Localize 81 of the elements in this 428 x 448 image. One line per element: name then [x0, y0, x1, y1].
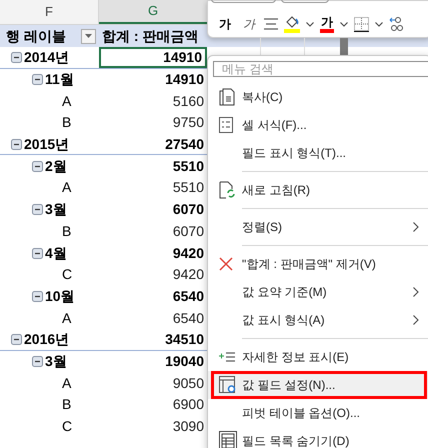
value-cell-text: 6070	[172, 200, 204, 220]
value-cell-text: 9750	[172, 113, 204, 132]
italic-button[interactable]: 가	[240, 15, 258, 33]
refresh-icon	[219, 181, 235, 199]
row-label: B	[62, 222, 72, 241]
scroll-handle[interactable]	[340, 38, 348, 55]
value-cell-text: 14910	[163, 48, 202, 67]
caret-icon[interactable]	[340, 22, 348, 26]
remove-icon	[219, 257, 233, 271]
row-label: C	[62, 265, 72, 284]
value-cell-text: 5510	[172, 178, 204, 198]
field-list-icon	[219, 431, 237, 448]
row-label: 3월	[45, 352, 67, 371]
value-cell-text: 3090	[172, 417, 204, 436]
collapse-icon[interactable]	[32, 74, 43, 86]
decimal-icon[interactable]	[389, 16, 403, 32]
row-label: 10월	[45, 286, 75, 306]
copy-icon	[219, 88, 235, 106]
collapse-icon[interactable]	[32, 204, 43, 216]
row-label: 2015년	[24, 134, 70, 154]
menu-item[interactable]: 값 필드 설정(N)...	[208, 371, 428, 399]
column-header[interactable]: G	[99, 0, 207, 24]
collapse-icon[interactable]	[11, 52, 22, 63]
row-label: 2016년	[24, 330, 70, 349]
row-label: 2014년	[24, 48, 70, 67]
align-icon[interactable]	[264, 18, 278, 30]
show-details-icon	[219, 352, 235, 362]
search-field[interactable]: 메뉴 검색	[213, 61, 428, 77]
format-cells-icon	[219, 117, 233, 133]
caret-icon[interactable]	[375, 22, 383, 26]
bold-button[interactable]: 가	[216, 15, 234, 33]
menu-item[interactable]: 값 표시 형식(A)	[208, 306, 428, 334]
menu-item[interactable]: 필드 표시 형식(T)...	[208, 139, 428, 167]
fill-color-icon[interactable]	[284, 15, 300, 33]
value-cell-text: 6540	[172, 308, 204, 328]
value-cell-text: 9050	[172, 374, 204, 393]
menu-item[interactable]: 피벗 테이블 옵션(O)...	[208, 399, 428, 427]
caret-icon[interactable]	[306, 22, 314, 26]
field-settings-icon	[219, 376, 237, 394]
menu-item[interactable]: 자세한 정보 표시(E)	[208, 343, 428, 371]
value-cell-text: 19040	[165, 352, 204, 371]
menu-item[interactable]: 필드 목록 숨기기(D)	[208, 427, 428, 448]
row-label: A	[62, 374, 72, 393]
menu-item[interactable]: 값 요약 기준(M)	[208, 278, 428, 306]
collapse-icon[interactable]	[32, 290, 43, 302]
menu-item[interactable]: "합계 : 판매금액" 제거(V)	[208, 250, 428, 278]
value-cell-text: 6540	[172, 286, 204, 306]
menu-item[interactable]: 셀 서식(F)...	[208, 111, 428, 139]
row-label: 4월	[45, 244, 67, 263]
row-label: 2월	[45, 156, 67, 176]
value-cell-text: 6070	[172, 222, 204, 241]
row-label: 3월	[45, 200, 67, 220]
row-label: B	[62, 395, 72, 414]
value-cell-text: 5510	[172, 156, 204, 176]
value-cell-text: 34510	[165, 330, 204, 349]
collapse-icon[interactable]	[11, 138, 22, 150]
value-cell-text: 9420	[172, 265, 204, 284]
row-label: A	[62, 178, 72, 198]
collapse-icon[interactable]	[32, 160, 43, 172]
collapse-icon[interactable]	[11, 334, 22, 345]
value-cell-text: 27540	[165, 134, 204, 154]
font-color-button[interactable]: 가	[320, 15, 334, 33]
border-icon[interactable]	[354, 16, 369, 32]
collapse-icon[interactable]	[32, 356, 43, 367]
row-label: A	[62, 308, 72, 328]
row-label: B	[62, 113, 72, 132]
row-label: C	[62, 417, 72, 436]
value-header: 합계 : 판매금액	[102, 26, 198, 46]
row-label: 11월	[45, 70, 74, 90]
value-cell-text: 9420	[172, 244, 204, 263]
value-cell-text: 14910	[165, 70, 204, 90]
collapse-icon[interactable]	[32, 248, 43, 259]
row-label: A	[62, 92, 72, 111]
caret-icon	[85, 34, 92, 38]
menu-item[interactable]: 복사(C)	[208, 83, 428, 111]
value-cell-text: 5160	[172, 92, 204, 111]
filter-dropdown-button[interactable]	[81, 28, 96, 44]
row-label-header: 행 레이블	[6, 26, 66, 46]
menu-item[interactable]: 새로 고침(R)	[208, 176, 428, 204]
menu-item[interactable]: 정렬(S)	[208, 213, 428, 241]
value-cell-text: 6900	[172, 395, 204, 414]
